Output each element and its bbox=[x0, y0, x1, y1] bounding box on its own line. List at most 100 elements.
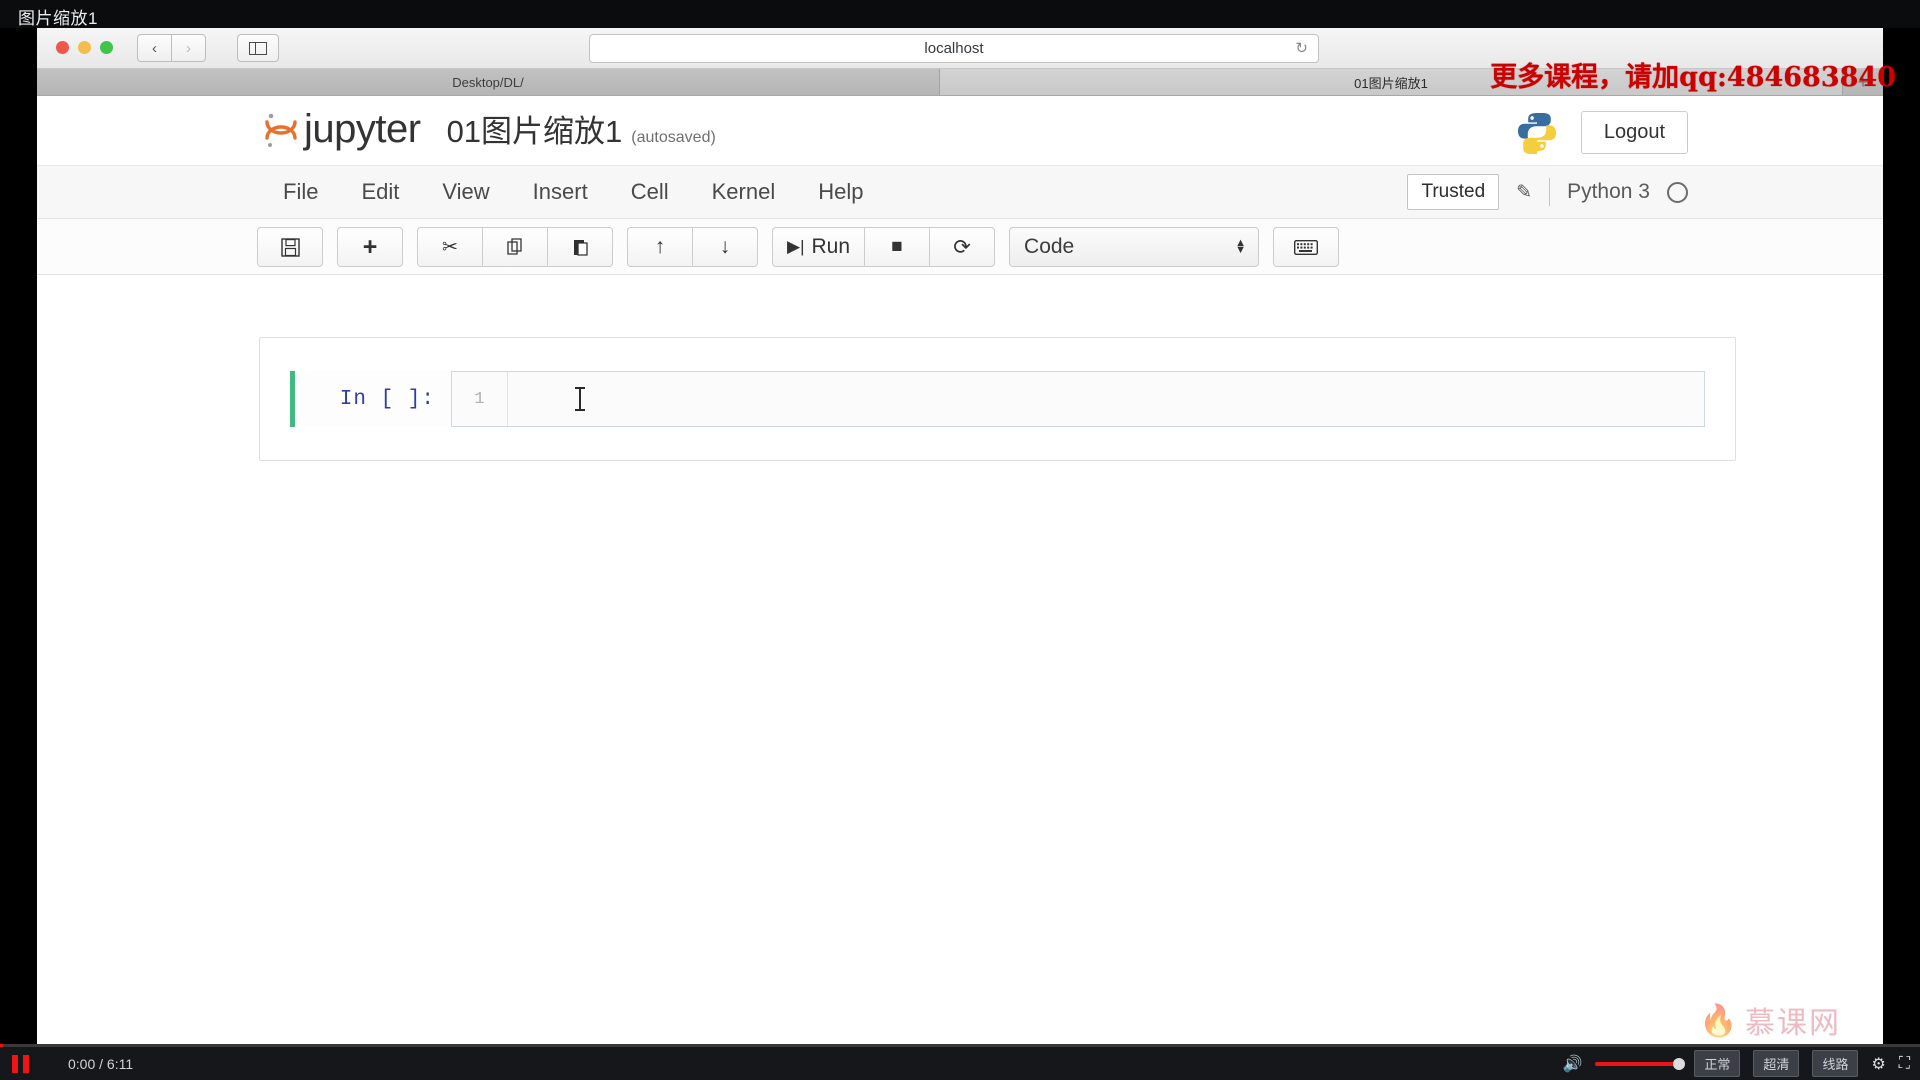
notebook-cell-container: In [ ]: 1 bbox=[259, 337, 1736, 461]
reload-icon[interactable]: ↻ bbox=[1295, 39, 1308, 57]
menu-edit[interactable]: Edit bbox=[359, 175, 401, 209]
menu-view[interactable]: View bbox=[440, 175, 491, 209]
menu-kernel[interactable]: Kernel bbox=[710, 175, 778, 209]
menu-file[interactable]: File bbox=[281, 175, 320, 209]
jupyter-header: jupyter 01图片缩放1 (autosaved) Logout bbox=[37, 96, 1883, 166]
minimize-window-button[interactable] bbox=[78, 41, 91, 54]
python-logo-icon bbox=[1515, 110, 1559, 154]
copy-icon bbox=[506, 237, 522, 255]
window-traffic-lights bbox=[56, 41, 113, 54]
move-cell-down-button[interactable]: ↓ bbox=[692, 227, 758, 267]
imooc-watermark: 🔥 慕课网 bbox=[1699, 998, 1841, 1042]
command-palette-button[interactable] bbox=[1273, 227, 1340, 267]
browser-tab-label: Desktop/DL/ bbox=[452, 74, 524, 90]
insert-cell-group: + bbox=[337, 227, 403, 267]
save-floppy-icon bbox=[280, 237, 300, 257]
safari-browser-window: ‹ › localhost ↻ Desktop/DL/ 01图片缩放1 + ju… bbox=[37, 28, 1883, 1050]
fullscreen-icon[interactable]: ⛶ bbox=[1899, 1055, 1910, 1073]
notebook-title[interactable]: 01图片缩放1 bbox=[447, 116, 623, 147]
imooc-label: 慕课网 bbox=[1745, 1007, 1841, 1040]
video-progress-played bbox=[0, 1044, 3, 1047]
arrow-down-icon: ↓ bbox=[719, 235, 731, 258]
playback-speed-button[interactable]: 正常 bbox=[1694, 1050, 1741, 1077]
sidebar-toggle-button[interactable] bbox=[237, 34, 279, 62]
save-button[interactable] bbox=[257, 227, 323, 267]
stop-square-icon: ■ bbox=[891, 236, 903, 257]
video-stage[interactable]: ‹ › localhost ↻ Desktop/DL/ 01图片缩放1 + ju… bbox=[0, 28, 1920, 1050]
run-group: ▶| Run ■ ⟳ bbox=[772, 227, 996, 267]
volume-slider-knob[interactable] bbox=[1673, 1057, 1686, 1070]
move-group: ↑ ↓ bbox=[627, 227, 758, 267]
jupyter-branding[interactable]: jupyter 01图片缩放1 (autosaved) bbox=[262, 109, 716, 151]
player-right-controls: 🔊 正常 超清 线路 ⚙ ⛶ bbox=[1562, 1047, 1910, 1080]
pencil-icon[interactable]: ✎ bbox=[1516, 181, 1532, 204]
chevron-left-icon: ‹ bbox=[152, 39, 157, 57]
video-time-display: 0:00 / 6:11 bbox=[68, 1055, 134, 1072]
command-palette-group bbox=[1273, 227, 1340, 267]
cut-cell-button[interactable]: ✂ bbox=[417, 227, 482, 267]
sidebar-toggle-icon bbox=[249, 41, 267, 55]
cell-prompt: In [ ]: bbox=[339, 387, 435, 411]
jupyter-logo-icon bbox=[262, 109, 300, 151]
pause-icon-right bbox=[23, 1054, 29, 1073]
navigation-buttons: ‹ › bbox=[137, 34, 206, 62]
address-bar-text: localhost bbox=[924, 40, 984, 57]
jupyter-toolbar: + ✂ ↑ ↓ ▶| Run ■ ⟳ Code ▲ ▼ bbox=[37, 219, 1883, 275]
divider bbox=[1549, 178, 1551, 206]
close-window-button[interactable] bbox=[56, 41, 69, 54]
volume-slider[interactable] bbox=[1595, 1057, 1686, 1070]
video-lesson-page: 图片缩放1 ‹ › localhost ↻ Desktop/DL/ 01图片缩放… bbox=[0, 0, 1920, 1080]
forward-button[interactable]: › bbox=[171, 34, 206, 62]
browser-tab-label: 01图片缩放1 bbox=[1354, 75, 1428, 91]
interrupt-kernel-button[interactable]: ■ bbox=[864, 227, 930, 267]
menu-insert[interactable]: Insert bbox=[531, 175, 590, 209]
back-button[interactable]: ‹ bbox=[137, 34, 171, 62]
video-quality-button[interactable]: 超清 bbox=[1753, 1050, 1800, 1077]
video-player-controls: 0:00 / 6:11 🔊 正常 超清 线路 ⚙ ⛶ bbox=[0, 1044, 1920, 1080]
toolbar-buttons: + ✂ ↑ ↓ ▶| Run ■ ⟳ Code ▲ ▼ bbox=[257, 227, 1340, 267]
copy-cell-button[interactable] bbox=[482, 227, 547, 267]
chevron-down-icon: ▼ bbox=[1235, 244, 1247, 256]
code-cell[interactable]: In [ ]: 1 bbox=[290, 371, 1705, 427]
save-group bbox=[257, 227, 323, 267]
text-cursor-icon bbox=[575, 387, 585, 411]
scissors-icon: ✂ bbox=[442, 236, 458, 258]
jupyter-menubar: File Edit View Insert Cell Kernel Help T… bbox=[37, 166, 1883, 219]
qq-promo-watermark: 更多课程，请加qq:484683840 bbox=[1490, 62, 1896, 93]
restart-kernel-button[interactable]: ⟳ bbox=[929, 227, 996, 267]
plus-icon: + bbox=[362, 232, 378, 261]
trusted-badge[interactable]: Trusted bbox=[1407, 174, 1500, 210]
cell-input-area[interactable]: 1 bbox=[451, 371, 1705, 427]
cell-type-select[interactable]: Code ▲ ▼ bbox=[1009, 227, 1260, 267]
menu-help[interactable]: Help bbox=[816, 175, 865, 209]
browser-tab-desktop-dl[interactable]: Desktop/DL/ bbox=[37, 69, 940, 95]
insert-cell-below-button[interactable]: + bbox=[337, 227, 403, 267]
kernel-name-label: Python 3 bbox=[1567, 180, 1650, 203]
jupyter-header-right: Logout bbox=[1515, 110, 1688, 154]
pause-icon-left bbox=[12, 1054, 18, 1073]
run-icon: ▶| bbox=[787, 237, 805, 256]
paste-icon bbox=[573, 239, 588, 256]
zoom-window-button[interactable] bbox=[100, 41, 113, 54]
save-status: (autosaved) bbox=[631, 129, 716, 146]
address-bar[interactable]: localhost ↻ bbox=[589, 34, 1319, 63]
cell-line-number: 1 bbox=[452, 372, 508, 426]
logout-button[interactable]: Logout bbox=[1580, 110, 1688, 154]
volume-icon[interactable]: 🔊 bbox=[1562, 1054, 1582, 1074]
cell-type-value: Code bbox=[1024, 235, 1075, 258]
paste-cell-button[interactable] bbox=[547, 227, 613, 267]
kernel-idle-circle-icon[interactable] bbox=[1667, 181, 1688, 203]
pause-button[interactable] bbox=[12, 1054, 34, 1073]
video-route-button[interactable]: 线路 bbox=[1812, 1050, 1859, 1077]
jupyter-brand-text: jupyter bbox=[304, 107, 421, 151]
gear-icon[interactable]: ⚙ bbox=[1871, 1054, 1885, 1074]
flame-icon: 🔥 bbox=[1699, 1002, 1738, 1038]
menubar-status-area: Trusted ✎ Python 3 bbox=[1407, 166, 1688, 218]
notebook-body[interactable]: In [ ]: 1 🔥 慕课网 bbox=[37, 275, 1883, 1050]
move-cell-up-button[interactable]: ↑ bbox=[627, 227, 692, 267]
menu-cell[interactable]: Cell bbox=[629, 175, 671, 209]
lesson-title: 图片缩放1 bbox=[18, 9, 98, 28]
keyboard-icon bbox=[1294, 239, 1319, 255]
run-cell-button[interactable]: ▶| Run bbox=[772, 227, 865, 267]
stepper-icons: ▲ ▼ bbox=[1235, 238, 1247, 256]
